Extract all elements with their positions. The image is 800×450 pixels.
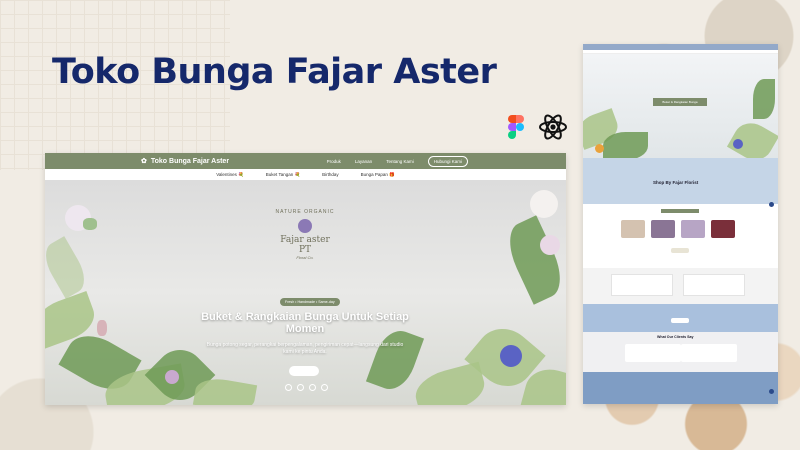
side-view-more-button[interactable] — [671, 248, 689, 253]
product-card[interactable] — [651, 220, 675, 238]
nav-link-layanan[interactable]: Layanan — [355, 159, 372, 164]
product-card[interactable] — [711, 220, 735, 238]
side-cta-button[interactable] — [671, 318, 689, 323]
category-valentines[interactable]: Valentines 💐 — [216, 172, 244, 178]
hero-title: Buket & Rangkaian Bunga Untuk Setiap Mom… — [201, 311, 409, 335]
scroll-dot[interactable] — [769, 389, 774, 394]
hero-cta-button[interactable] — [289, 366, 319, 376]
scroll-dot[interactable] — [769, 202, 774, 207]
tool-icons — [508, 113, 568, 141]
nav-link-tentang[interactable]: Tentang Kami — [386, 159, 414, 164]
react-icon — [538, 113, 568, 141]
side-footer — [583, 372, 778, 404]
feature-card[interactable] — [611, 274, 673, 296]
category-birthday[interactable]: Birthday — [322, 172, 339, 177]
logo-name: Fajar aster PT — [280, 235, 330, 255]
category-bunga-papan[interactable]: Bunga Papan 🎁 — [361, 172, 395, 178]
brand-name: Toko Bunga Fajar Aster — [150, 157, 230, 165]
product-card[interactable] — [681, 220, 705, 238]
category-buket-tangan[interactable]: Buket Tangan 💐 — [266, 172, 300, 178]
bouquet-icon — [298, 219, 312, 233]
side-cta-banner — [583, 304, 778, 332]
leaf-illustration — [726, 116, 778, 158]
leaf-illustration — [365, 324, 425, 396]
website-mockup-desktop: ✿ Toko Bunga Fajar Aster Produk Layanan … — [45, 153, 566, 405]
flower-illustration — [500, 345, 522, 367]
whatsapp-icon[interactable] — [309, 384, 316, 391]
figma-icon — [508, 115, 524, 139]
contact-button[interactable]: Hubungi Kami — [427, 155, 468, 167]
flower-illustration — [540, 235, 560, 255]
social-links — [285, 384, 328, 391]
leaf-illustration — [603, 132, 648, 158]
flower-illustration — [530, 190, 558, 218]
leaf-illustration — [45, 236, 92, 299]
logo-arc-text: NATURE ORGANIC — [275, 209, 335, 215]
side-hero: Buket & Rangkaian Bunga — [583, 54, 778, 158]
side-testimonials-title: What Our Clients Say — [657, 335, 694, 339]
leaf-illustration — [499, 215, 566, 305]
location-icon[interactable] — [321, 384, 328, 391]
flower-logo-icon: ✿ — [141, 158, 147, 165]
testimonial-card — [625, 344, 681, 362]
butterfly-illustration — [97, 320, 107, 336]
company-logo: NATURE ORGANIC Fajar aster PT Floral Co. — [274, 209, 336, 273]
instagram-icon[interactable] — [285, 384, 292, 391]
flower-illustration — [733, 139, 743, 149]
hero-badge: Fresh • Handmade • Same-day — [280, 298, 340, 306]
leaf-illustration — [753, 79, 775, 119]
side-feature-cards — [583, 268, 778, 304]
category-bar: Valentines 💐 Buket Tangan 💐 Birthday Bun… — [45, 169, 566, 180]
hero-description: Bunga potong segar, perangkai berpengala… — [206, 342, 404, 355]
side-testimonials: What Our Clients Say — [583, 332, 778, 372]
testimonial-card — [681, 344, 737, 362]
page-title: Toko Bunga Fajar Aster — [52, 52, 497, 92]
side-best-title-bar — [661, 209, 699, 213]
top-navbar: ✿ Toko Bunga Fajar Aster Produk Layanan … — [45, 153, 566, 169]
product-card[interactable] — [621, 220, 645, 238]
logo-subtitle: Floral Co. — [296, 255, 314, 260]
tiktok-icon[interactable] — [297, 384, 304, 391]
side-shop-title: Shop By Fajar Florist — [653, 180, 699, 185]
side-shop-section: Shop By Fajar Florist — [583, 158, 778, 204]
flower-illustration — [595, 144, 604, 153]
flower-illustration — [165, 370, 179, 384]
website-mockup-fullpage: Buket & Rangkaian Bunga Shop By Fajar Fl… — [583, 44, 778, 404]
butterfly-illustration — [83, 218, 97, 230]
nav-link-produk[interactable]: Produk — [327, 159, 341, 164]
side-bestsellers — [583, 204, 778, 268]
side-hero-tag: Buket & Rangkaian Bunga — [653, 98, 707, 106]
hero-section: NATURE ORGANIC Fajar aster PT Floral Co.… — [45, 180, 566, 405]
brand[interactable]: ✿ Toko Bunga Fajar Aster — [141, 157, 230, 166]
nav-links: Produk Layanan Tentang Kami Hubungi Kami — [327, 155, 468, 167]
feature-card[interactable] — [683, 274, 745, 296]
